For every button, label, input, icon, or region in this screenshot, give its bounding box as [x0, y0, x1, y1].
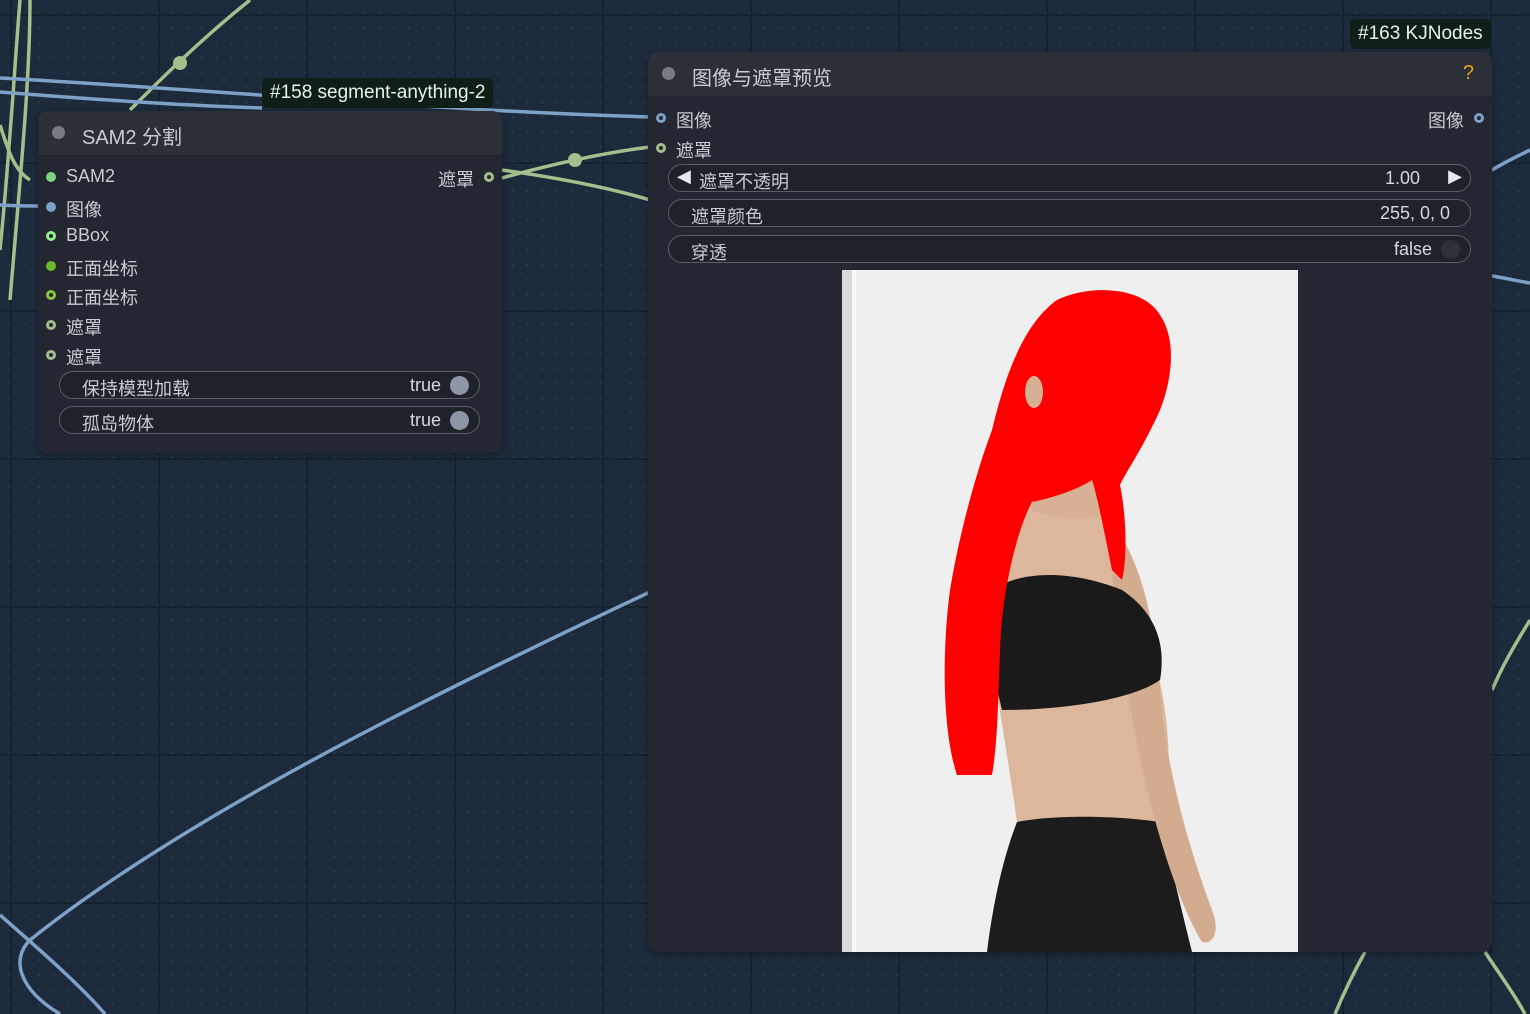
- output-slot-mask[interactable]: 遮罩: [414, 165, 494, 190]
- slot-label: SAM2: [66, 166, 116, 186]
- output-dot-icon[interactable]: [1474, 113, 1484, 123]
- node-header[interactable]: SAM2 分割: [38, 111, 502, 156]
- pass-through-toggle[interactable]: 穿透 false: [668, 235, 1471, 263]
- slot-label: 图像: [676, 111, 712, 131]
- slot-label: 正面坐标: [66, 259, 138, 279]
- slot-label: 遮罩: [438, 170, 474, 190]
- wire-reroute-dot[interactable]: [568, 153, 582, 167]
- input-dot-icon[interactable]: [46, 202, 56, 212]
- input-dot-icon[interactable]: [46, 290, 56, 300]
- slot-label: BBox: [66, 225, 110, 245]
- collapse-dot-icon[interactable]: [52, 126, 65, 139]
- node-title: SAM2 分割: [82, 127, 183, 149]
- node-title: 图像与遮罩预览: [692, 68, 832, 90]
- input-dot-icon[interactable]: [46, 172, 56, 182]
- wire-image-4[interactable]: [18, 590, 651, 1014]
- slot-label: 图像: [66, 200, 102, 220]
- individual-objects-toggle[interactable]: 孤岛物体 true: [59, 406, 480, 434]
- widget-label: 穿透: [691, 243, 727, 263]
- input-dot-icon[interactable]: [46, 261, 56, 271]
- wire-mask-5[interactable]: [501, 168, 651, 202]
- slot-label: 正面坐标: [66, 288, 138, 308]
- input-dot-icon[interactable]: [46, 350, 56, 360]
- widget-value: 1.00: [1384, 168, 1420, 188]
- wire-mask-1[interactable]: [8, 0, 32, 301]
- widget-label: 遮罩不透明: [699, 172, 789, 192]
- input-dot-icon[interactable]: [46, 320, 56, 330]
- wire-image-7[interactable]: [1491, 274, 1530, 285]
- preview-image: [842, 270, 1298, 952]
- input-dot-icon[interactable]: [46, 231, 56, 241]
- slot-label: 遮罩: [676, 141, 712, 161]
- mask-color-field[interactable]: 遮罩颜色 255, 0, 0: [668, 199, 1471, 227]
- output-dot-icon[interactable]: [484, 172, 494, 182]
- wire-image-3[interactable]: [0, 203, 41, 208]
- widget-value: false: [1393, 239, 1432, 259]
- wire-image-6[interactable]: [1491, 148, 1530, 172]
- image-mask-preview-node[interactable]: 图像与遮罩预览 ? 图像 遮罩 图像 ◀ 遮罩不透明 1.00 ▶ 遮罩颜色 2…: [648, 52, 1492, 952]
- decrement-arrow-icon[interactable]: ◀: [677, 166, 691, 187]
- sam2-segmentation-node[interactable]: SAM2 分割 SAM2 图像 BBox 正面坐标 正面坐标 遮罩 遮罩 遮罩 …: [38, 111, 502, 453]
- keep-model-loaded-toggle[interactable]: 保持模型加载 true: [59, 371, 480, 399]
- input-dot-icon[interactable]: [656, 113, 666, 123]
- node-id-badge-sam2: #158 segment-anything-2: [262, 78, 494, 108]
- slot-label: 遮罩: [66, 318, 102, 338]
- widget-label: 保持模型加载: [82, 379, 190, 399]
- wire-image-2[interactable]: [0, 90, 263, 110]
- widget-value: 255, 0, 0: [1379, 203, 1450, 223]
- node-header[interactable]: 图像与遮罩预览 ?: [648, 52, 1492, 97]
- mask-opacity-slider[interactable]: ◀ 遮罩不透明 1.00 ▶: [668, 164, 1471, 192]
- slot-label: 图像: [1428, 111, 1464, 131]
- widget-label: 孤岛物体: [82, 414, 154, 434]
- increment-arrow-icon[interactable]: ▶: [1448, 166, 1462, 187]
- slot-label: 遮罩: [66, 348, 102, 368]
- output-slot-image[interactable]: 图像: [1404, 106, 1484, 131]
- wire-mask-9[interactable]: [1483, 951, 1527, 1014]
- help-icon[interactable]: ?: [1463, 62, 1474, 85]
- widget-value: true: [409, 375, 441, 395]
- toggle-knob-icon[interactable]: [1441, 240, 1460, 259]
- wire-mask-7[interactable]: [1490, 619, 1530, 691]
- collapse-dot-icon[interactable]: [662, 67, 675, 80]
- preview-person-graphic: [842, 270, 1298, 952]
- toggle-knob-icon[interactable]: [450, 411, 469, 430]
- wire-reroute-dot[interactable]: [173, 56, 187, 70]
- wire-image-5[interactable]: [0, 913, 107, 1014]
- input-dot-icon[interactable]: [656, 143, 666, 153]
- toggle-knob-icon[interactable]: [450, 376, 469, 395]
- widget-value: true: [409, 410, 441, 430]
- wire-mask-8[interactable]: [1333, 951, 1367, 1014]
- node-id-badge-preview: #163 KJNodes: [1350, 19, 1491, 49]
- widget-label: 遮罩颜色: [691, 207, 763, 227]
